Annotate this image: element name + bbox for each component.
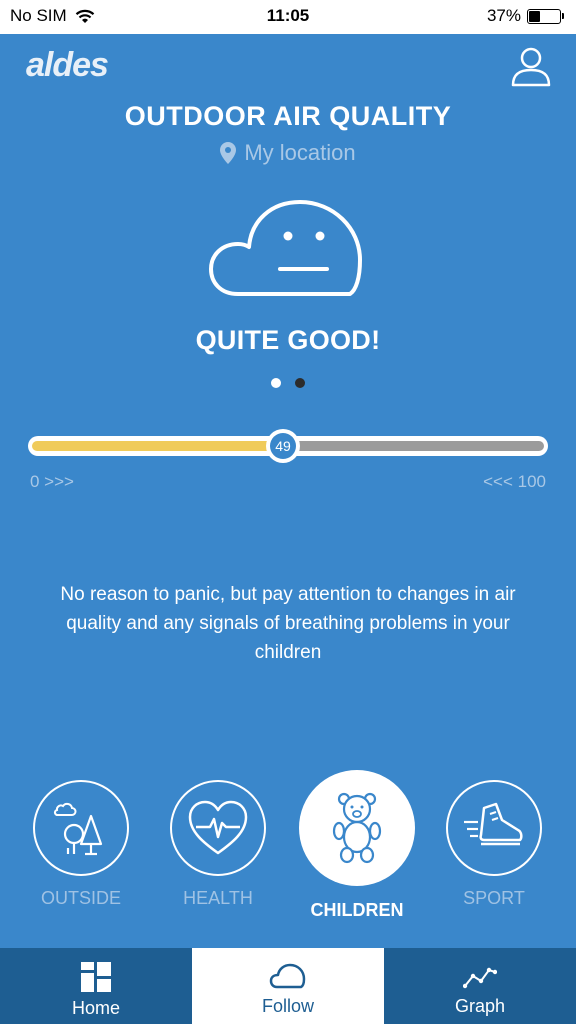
heart-pulse-icon [188,800,248,855]
scale-max-label: <<< 100 [483,472,546,491]
trees-icon [53,802,103,856]
category-label: SPORT [463,888,525,908]
tab-label: Graph [454,996,506,1016]
slider-fill [32,441,283,451]
user-icon[interactable] [508,44,554,88]
page-dot-1[interactable] [271,378,281,388]
aldes-logo: aldes [26,46,109,84]
category-sport[interactable]: SPORT [444,780,544,909]
location-pin-icon [220,142,237,164]
battery-percent: 37% [486,6,521,25]
location-label: My location [244,140,356,165]
status-bar: No SIM 11:05 37% [0,0,576,34]
running-shoe-icon [464,802,523,846]
page-dot-2[interactable] [295,378,305,388]
quality-status-label: QUITE GOOD! [195,325,381,355]
scale-min-label: 0 >>> [30,472,74,491]
category-label: OUTSIDE [40,888,121,908]
category-health[interactable]: HEALTH [168,780,268,909]
line-graph-icon [463,967,497,989]
advice-text: No reason to panic, but pay attention to… [60,584,516,663]
tab-follow[interactable]: Follow [192,948,384,1024]
tab-label: Follow [261,996,314,1016]
battery-icon [527,8,561,24]
page-title: OUTDOOR AIR QUALITY [124,101,452,131]
tab-bar: Home Follow Graph [0,948,576,1024]
slider-thumb: 49 [266,429,300,463]
cloud-face-neutral-icon [209,200,362,296]
tab-home[interactable]: Home [0,948,192,1024]
tab-label: Home [71,998,120,1018]
teddy-bear-icon [332,792,382,864]
page-indicator[interactable] [0,378,576,388]
slider-rest [283,441,544,451]
cloud-icon [269,963,306,989]
category-label: CHILDREN [310,900,404,920]
status-right: 37% [487,6,564,26]
location-selector[interactable]: My location [0,140,576,166]
category-outside[interactable]: OUTSIDE [31,780,131,909]
tab-graph[interactable]: Graph [384,948,576,1024]
slider-value: 49 [270,433,296,459]
category-label: HEALTH [183,888,253,908]
category-children[interactable]: CHILDREN [298,770,416,921]
grid-icon [81,962,111,992]
